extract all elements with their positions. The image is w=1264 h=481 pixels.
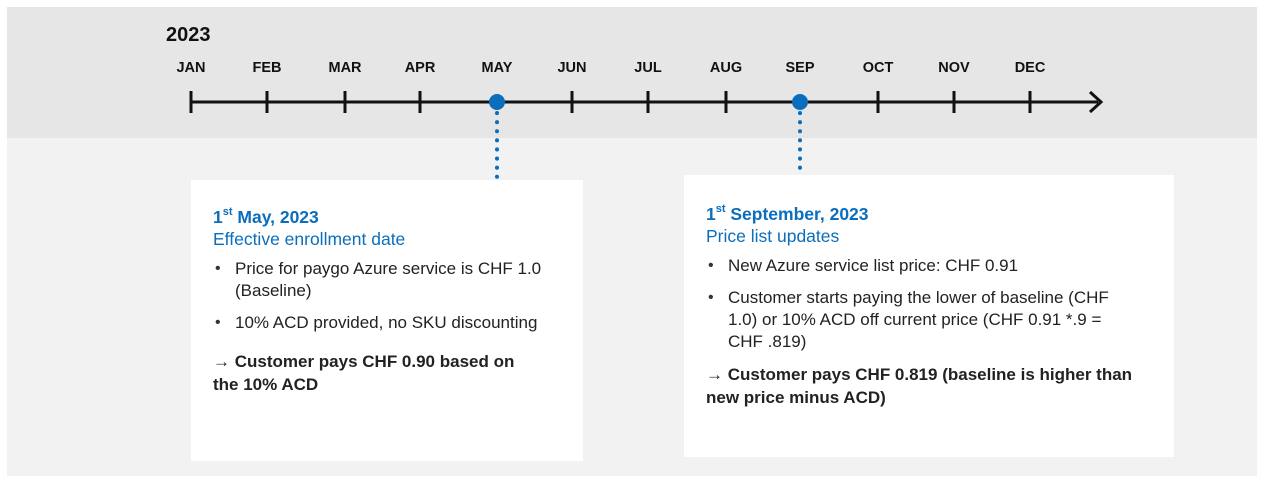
bullet-text: Customer starts paying the lower of base… <box>728 287 1109 351</box>
bullet-icon: • <box>708 256 714 274</box>
card-title: 1st September, 2023 <box>706 199 1174 225</box>
title-day: 1 <box>706 203 716 224</box>
card-subtitle: Effective enrollment date <box>213 228 406 249</box>
may-marker <box>489 94 505 110</box>
bullet-icon: • <box>708 288 714 306</box>
list-item: • 10% ACD provided, no SKU discounting <box>213 312 583 334</box>
title-ordinal-suffix: st <box>222 206 233 218</box>
title-date: September, 2023 <box>725 203 869 224</box>
list-item: • Customer starts paying the lower of bas… <box>706 287 1128 353</box>
bullet-list: • New Azure service list price: CHF 0.91 … <box>706 255 1174 353</box>
timeline-graphic <box>189 90 1104 183</box>
title-date: May, 2023 <box>232 206 319 227</box>
list-item: • Price for paygo Azure service is CHF 1.… <box>213 258 545 302</box>
bullet-list: • Price for paygo Azure service is CHF 1.… <box>213 258 583 334</box>
bullet-icon: • <box>215 313 221 331</box>
title-day: 1 <box>213 206 223 227</box>
sep-marker <box>792 94 808 110</box>
may-info-card: 1st May, 2023 Effective enrollment date … <box>191 180 583 461</box>
card-title: 1st May, 2023 <box>213 202 583 228</box>
card-conclusion: → Customer pays CHF 0.819 (baseline is h… <box>706 364 1133 407</box>
title-ordinal-suffix: st <box>715 203 726 215</box>
bullet-icon: • <box>215 259 221 277</box>
sep-info-card: 1st September, 2023 Price list updates •… <box>684 175 1174 457</box>
bullet-text: 10% ACD provided, no SKU discounting <box>235 312 538 332</box>
bullet-text: Price for paygo Azure service is CHF 1.0… <box>235 258 542 300</box>
card-subtitle: Price list updates <box>706 225 840 246</box>
bullet-text: New Azure service list price: CHF 0.91 <box>728 255 1019 275</box>
card-conclusion: → Customer pays CHF 0.90 based on the 10… <box>213 351 515 394</box>
list-item: • New Azure service list price: CHF 0.91 <box>706 255 1174 277</box>
